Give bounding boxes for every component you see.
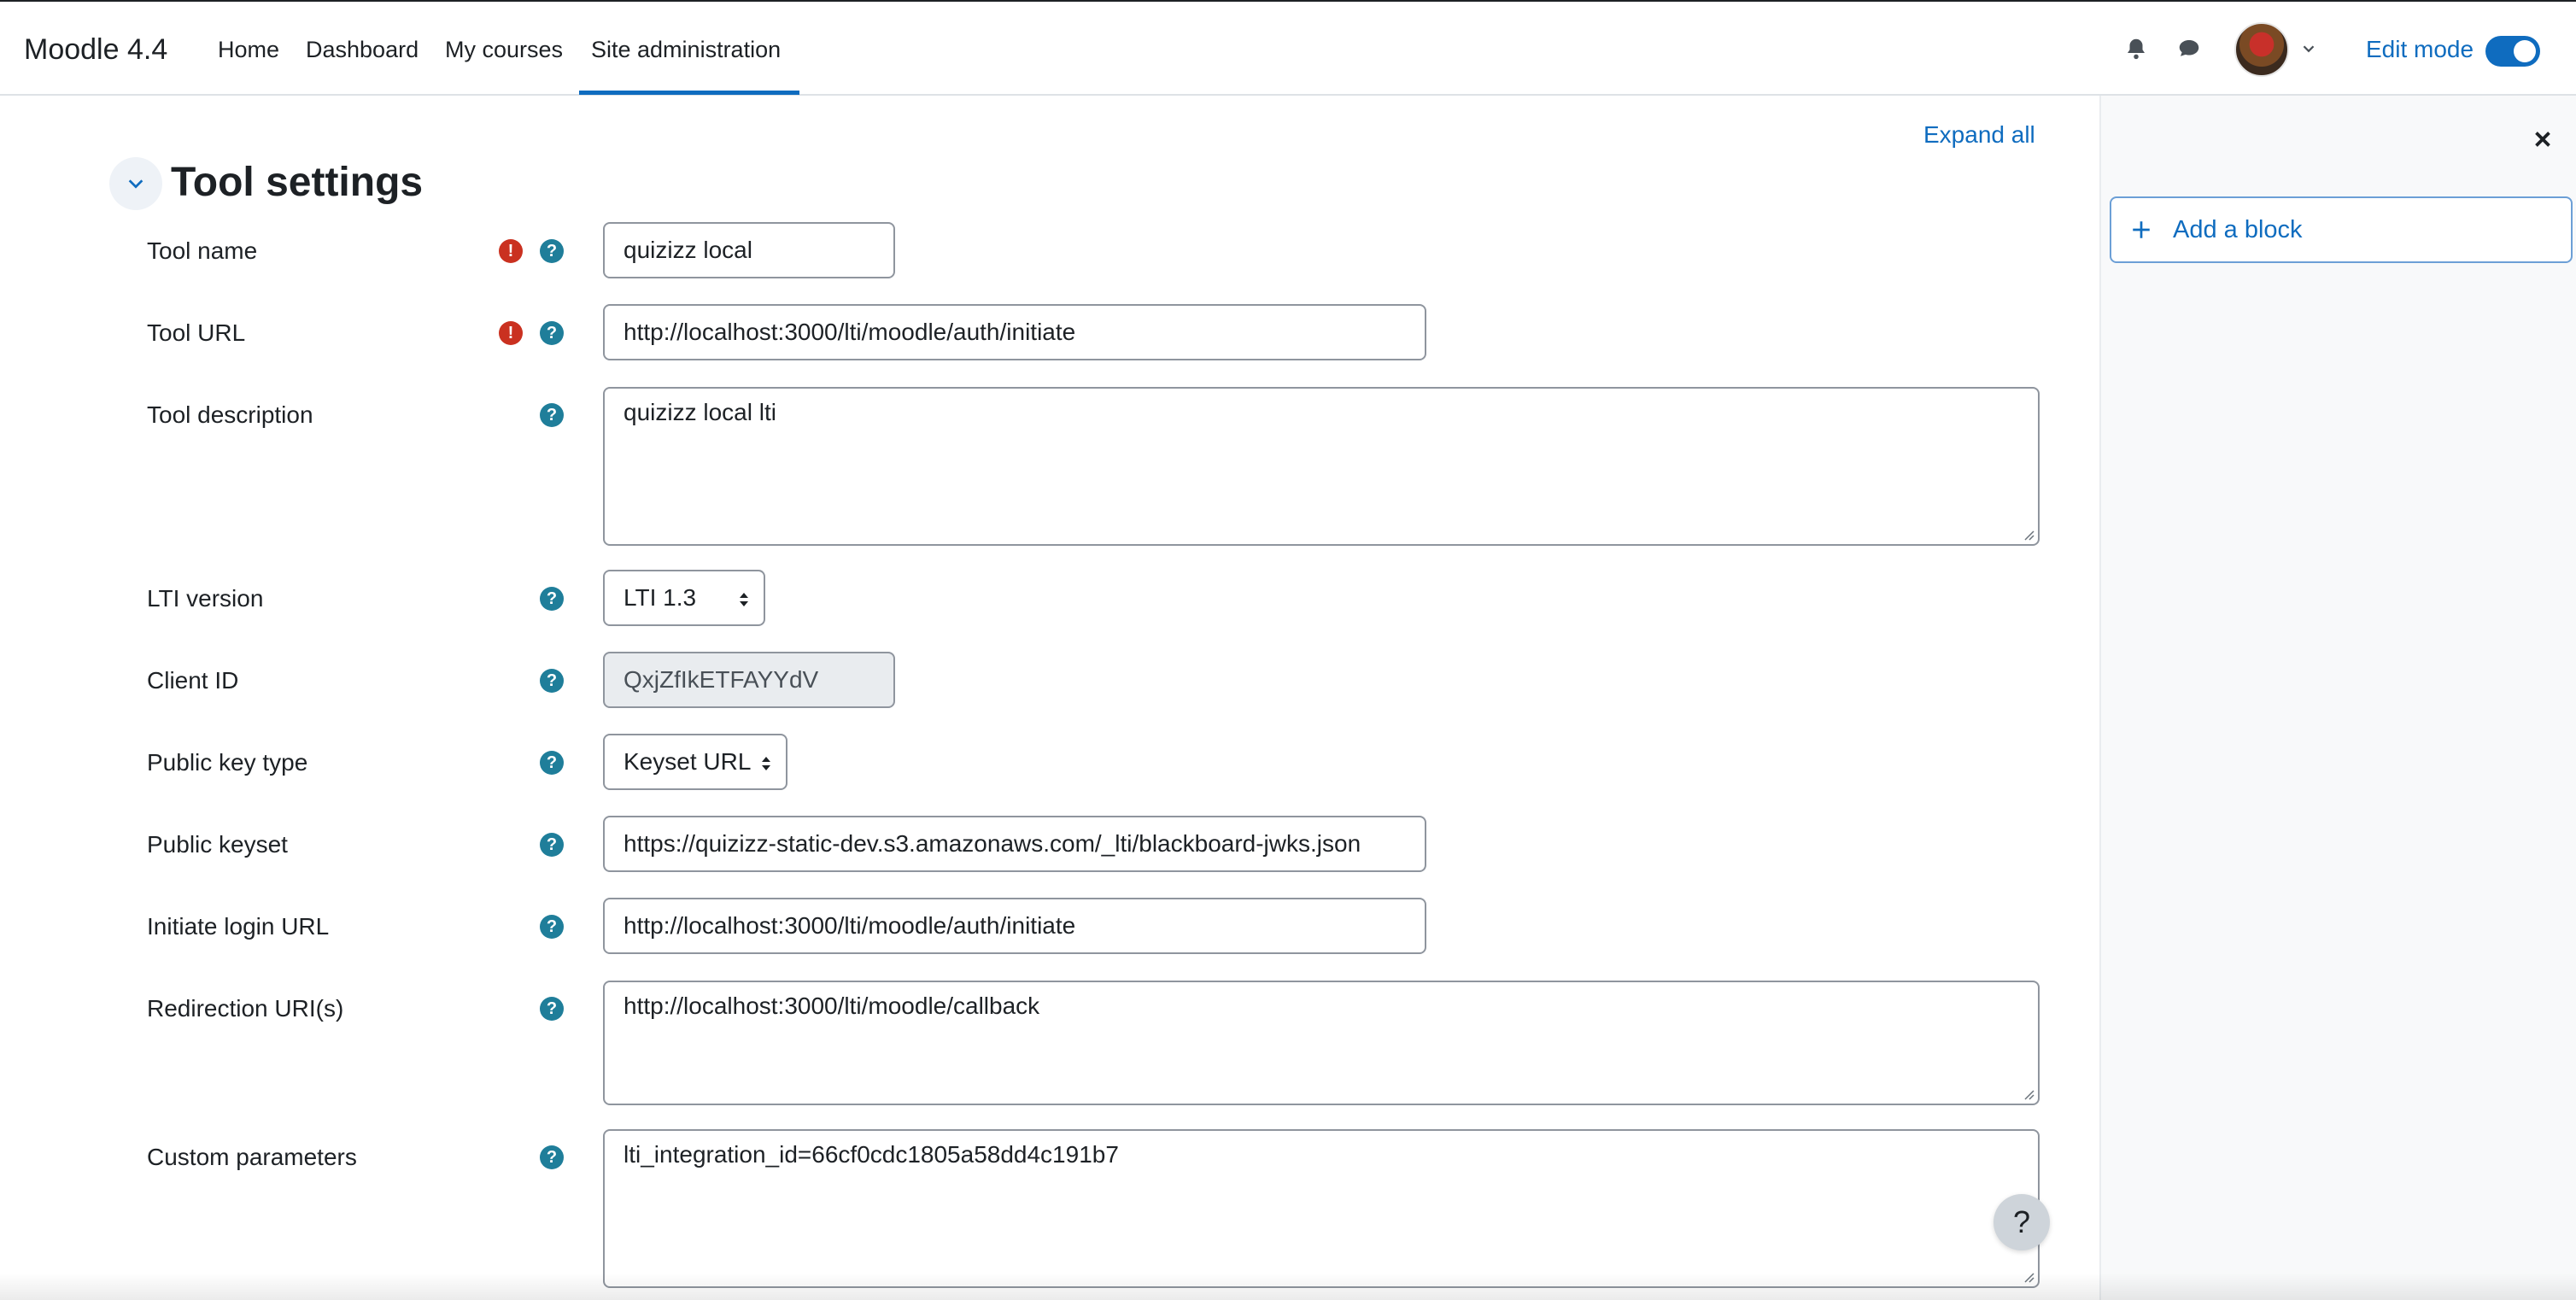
- help-icon[interactable]: ?: [540, 1145, 564, 1169]
- initiate-login-url-label: Initiate login URL: [147, 913, 330, 940]
- site-brand[interactable]: Moodle 4.4: [24, 31, 167, 68]
- lti-version-select[interactable]: LTI 1.3: [603, 570, 765, 626]
- lti-version-value: LTI 1.3: [624, 584, 697, 611]
- section-title: Tool settings: [171, 160, 424, 205]
- public-key-type-label: Public key type: [147, 749, 308, 776]
- top-navbar: Moodle 4.4 Home Dashboard My courses Sit…: [0, 0, 2576, 96]
- bell-icon[interactable]: [2123, 36, 2149, 61]
- toggle-knob: [2514, 40, 2536, 62]
- lti-version-label: LTI version: [147, 585, 264, 612]
- add-block-button[interactable]: Add a block: [2110, 196, 2573, 263]
- resize-grip-icon[interactable]: [2021, 527, 2034, 541]
- public-keyset-label: Public keyset: [147, 831, 288, 858]
- help-icon[interactable]: ?: [540, 751, 564, 775]
- nav-site-administration[interactable]: Site administration: [591, 32, 781, 67]
- initiate-login-url-input[interactable]: http://localhost:3000/lti/moodle/auth/in…: [603, 898, 1426, 954]
- nav-my-courses[interactable]: My courses: [445, 32, 563, 67]
- tool-name-input[interactable]: quizizz local: [603, 222, 895, 278]
- help-icon[interactable]: ?: [540, 239, 564, 263]
- resize-grip-icon[interactable]: [2021, 1086, 2034, 1100]
- add-block-label: Add a block: [2173, 216, 2303, 243]
- tool-url-label: Tool URL: [147, 319, 246, 346]
- plus-icon: [2133, 221, 2150, 238]
- main-region: Expand all Tool settings Tool name ! ? q…: [0, 96, 2099, 1300]
- tool-description-label: Tool description: [147, 401, 313, 428]
- chat-icon[interactable]: [2176, 36, 2202, 61]
- chevron-down-icon[interactable]: [2299, 39, 2318, 58]
- custom-parameters-textarea[interactable]: lti_integration_id=66cf0cdc1805a58dd4c19…: [603, 1129, 2040, 1288]
- public-key-type-select[interactable]: Keyset URL: [603, 734, 787, 790]
- nav-active-indicator: [579, 91, 799, 95]
- tool-description-text: quizizz local lti: [624, 399, 776, 425]
- help-icon[interactable]: ?: [540, 915, 564, 939]
- select-arrows-icon: [762, 757, 770, 770]
- edit-mode-label: Edit mode: [2366, 36, 2474, 62]
- help-icon[interactable]: ?: [540, 669, 564, 693]
- bottom-shadow: [0, 1273, 2576, 1300]
- nav-home[interactable]: Home: [218, 32, 279, 67]
- help-icon[interactable]: ?: [540, 403, 564, 427]
- tool-description-textarea[interactable]: quizizz local lti: [603, 387, 2040, 546]
- custom-parameters-text: lti_integration_id=66cf0cdc1805a58dd4c19…: [624, 1141, 1119, 1168]
- user-avatar[interactable]: [2234, 22, 2289, 77]
- expand-all-link[interactable]: Expand all: [1923, 118, 2035, 152]
- edit-mode-toggle[interactable]: [2485, 36, 2540, 67]
- help-icon[interactable]: ?: [540, 833, 564, 857]
- redirection-uris-label: Redirection URI(s): [147, 995, 344, 1022]
- close-icon[interactable]: [2530, 126, 2556, 152]
- custom-parameters-label: Custom parameters: [147, 1144, 357, 1170]
- required-icon: !: [499, 321, 523, 345]
- chevron-down-icon: [128, 179, 143, 189]
- help-icon[interactable]: ?: [540, 321, 564, 345]
- select-arrows-icon: [740, 593, 748, 606]
- tool-name-label: Tool name: [147, 237, 258, 264]
- client-id-input: QxjZfIkETFAYYdV: [603, 652, 895, 708]
- public-keyset-input[interactable]: https://quizizz-static-dev.s3.amazonaws.…: [603, 816, 1426, 872]
- nav-dashboard[interactable]: Dashboard: [306, 32, 419, 67]
- help-icon[interactable]: ?: [540, 587, 564, 611]
- help-button[interactable]: ?: [1993, 1194, 2050, 1250]
- redirection-uris-textarea[interactable]: http://localhost:3000/lti/moodle/callbac…: [603, 981, 2040, 1105]
- block-drawer: [2099, 96, 2576, 1300]
- redirection-uris-text: http://localhost:3000/lti/moodle/callbac…: [624, 993, 1040, 1019]
- help-icon[interactable]: ?: [540, 997, 564, 1021]
- required-icon: !: [499, 239, 523, 263]
- section-collapse-button[interactable]: [109, 157, 162, 210]
- public-key-type-value: Keyset URL: [624, 748, 752, 775]
- tool-url-input[interactable]: http://localhost:3000/lti/moodle/auth/in…: [603, 304, 1426, 360]
- client-id-label: Client ID: [147, 667, 239, 694]
